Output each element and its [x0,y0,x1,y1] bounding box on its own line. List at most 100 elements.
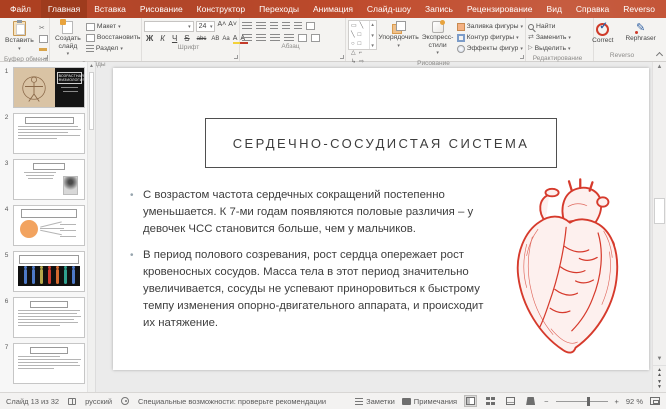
tab-view[interactable]: Вид [540,0,569,18]
zoom-slider[interactable] [556,401,608,402]
scroll-up-icon[interactable]: ▲ [88,62,95,71]
tab-review[interactable]: Рецензирование [460,0,540,18]
bold-button[interactable]: Ж [144,34,155,43]
gallery-up-icon[interactable]: ▲ [370,22,374,27]
previous-slide-button[interactable]: ▲▲ [657,368,662,378]
tab-file[interactable]: Файл [0,0,41,18]
dialog-launcher-icon[interactable] [234,55,238,59]
tab-draw[interactable]: Рисование [133,0,190,18]
strikethrough-button[interactable]: S [182,34,191,43]
cut-button[interactable]: ✂ [39,22,48,33]
scroll-down-icon[interactable]: ▼ [653,354,666,365]
columns-button[interactable] [298,34,307,42]
slideshow-view-button[interactable] [524,395,537,407]
shapes-gallery[interactable]: ▭╲╲□○□ △⌐↳⇨◇◠ ✎∿{}☆ ▲ ▼ ▼ [348,20,377,50]
scrollbar-thumb[interactable] [89,72,94,130]
smartart-convert-button[interactable] [311,34,320,42]
gallery-more-icon[interactable]: ▼ [370,43,374,48]
decrease-font-icon[interactable]: A˅ [228,21,237,32]
slide-editor[interactable]: СЕРДЕЧНО-СОСУДИСТАЯ СИСТЕМА С возрастом … [113,68,649,370]
shape-icon[interactable]: ▭ [351,22,357,30]
tab-transitions[interactable]: Переходы [252,0,306,18]
dialog-launcher-icon[interactable] [520,55,524,59]
thumbnail-scrollbar[interactable]: ▲ [87,62,95,392]
slide-thumbnail-5[interactable] [13,251,85,292]
vertical-scrollbar[interactable]: ▲ ▼ ▲▲ ▼▼ [652,62,666,392]
zoom-out-button[interactable]: − [544,397,548,406]
tab-home[interactable]: Главная [41,0,87,18]
align-right-button[interactable] [270,34,280,42]
underline-button[interactable]: Ч [170,34,179,43]
tab-help[interactable]: Справка [569,0,616,18]
reset-button[interactable]: Восстановить [86,32,141,43]
shape-effects-button[interactable]: Эффекты фигур ▾ [457,43,523,54]
quick-styles-button[interactable]: Экспресс-стили ▾ [421,20,455,59]
reverso-rephraser-button[interactable]: ✎ Rephraser [622,22,658,44]
decrease-indent-button[interactable] [270,22,278,30]
change-case-button[interactable]: Аа [222,36,229,42]
slide-thumbnail-3[interactable] [13,159,85,200]
shape-icon[interactable]: □ [358,40,362,48]
align-left-button[interactable] [242,34,252,42]
reading-view-button[interactable] [504,395,517,407]
select-button[interactable]: ▷ Выделить ▾ [528,43,591,54]
justify-button[interactable] [284,34,294,42]
collapse-ribbon-icon[interactable] [656,52,663,59]
zoom-slider-thumb[interactable] [587,397,590,406]
scroll-up-icon[interactable]: ▲ [653,62,666,73]
comments-button[interactable]: Примечания [402,397,457,406]
bullets-button[interactable] [242,22,252,30]
numbering-button[interactable] [256,22,266,30]
tab-design[interactable]: Конструктор [190,0,252,18]
dialog-launcher-icon[interactable] [44,55,48,59]
tab-reverso[interactable]: Reverso [616,0,662,18]
slide-thumbnail-6[interactable] [13,297,85,338]
zoom-in-button[interactable]: + [615,397,619,406]
tab-record[interactable]: Запись [418,0,460,18]
slide-thumbnail-1[interactable]: ВОЗРАСТНАЯ ФИЗИОЛОГИЯ [13,67,85,108]
tab-animations[interactable]: Анимация [306,0,360,18]
tab-slideshow[interactable]: Слайд-шоу [360,0,418,18]
font-name-combobox[interactable]: ▾ [144,21,194,32]
reverso-correct-button[interactable]: Correct [589,22,616,46]
slide-thumbnail-7[interactable] [13,343,85,384]
char-spacing-button[interactable]: АВ [211,36,219,42]
section-button[interactable]: Раздел ▾ [86,43,141,54]
slide-body-placeholder[interactable]: С возрастом частота сердечных сокращений… [130,187,490,341]
slide-thumbnail-2[interactable] [13,113,85,154]
spellcheck-icon[interactable] [68,398,76,405]
normal-view-button[interactable] [464,395,477,407]
shape-icon[interactable]: ╲ [360,22,364,30]
shape-icon[interactable]: ⌐ [359,49,363,57]
shadow-button[interactable]: abc [195,36,209,42]
shape-outline-button[interactable]: Контур фигуры ▾ [457,32,523,43]
shape-icon[interactable]: ╲ [351,31,355,39]
scrollbar-thumb[interactable] [654,198,665,224]
shape-fill-button[interactable]: Заливка фигуры ▾ [457,21,523,32]
italic-button[interactable]: К [158,34,167,43]
dialog-launcher-icon[interactable] [340,55,344,59]
language-indicator[interactable]: русский [85,397,112,406]
copy-button[interactable] [39,33,48,44]
layout-button[interactable]: Макет ▾ [86,21,141,32]
shape-icon[interactable]: □ [358,31,362,39]
shape-icon[interactable]: ○ [351,40,355,48]
font-size-combobox[interactable]: 24▾ [196,21,216,32]
heart-image[interactable] [506,178,647,367]
replace-button[interactable]: ⇄ Заменить ▾ [528,32,591,43]
align-center-button[interactable] [256,34,266,42]
highlight-color-button[interactable]: A [233,35,238,43]
increase-font-icon[interactable]: A˄ [217,21,226,32]
accessibility-status[interactable]: Специальные возможности: проверьте реком… [138,397,326,406]
shapes-gallery-scroll[interactable]: ▲ ▼ ▼ [369,21,376,49]
scrollbar-track[interactable] [653,73,666,354]
slide-title-placeholder[interactable]: СЕРДЕЧНО-СОСУДИСТАЯ СИСТЕМА [205,118,557,168]
find-button[interactable]: Найти [528,21,591,32]
slide-sorter-view-button[interactable] [484,395,497,407]
fit-to-window-icon[interactable] [650,397,660,405]
new-slide-button[interactable]: Создать слайд ▾ [52,20,84,60]
zoom-level[interactable]: 92 % [626,397,643,406]
paste-button[interactable]: Вставить ▾ [2,20,37,54]
slide-thumbnail-4[interactable] [13,205,85,246]
text-direction-button[interactable] [306,22,315,30]
